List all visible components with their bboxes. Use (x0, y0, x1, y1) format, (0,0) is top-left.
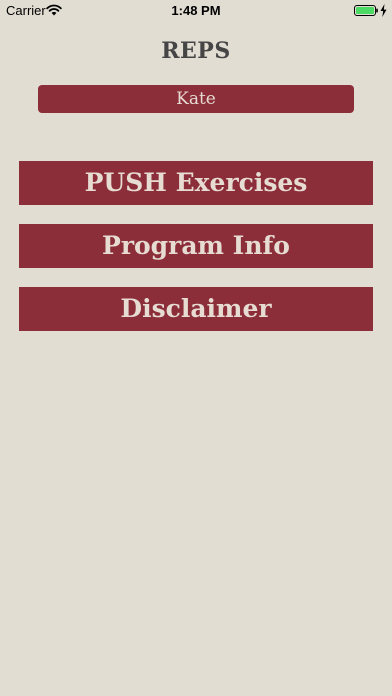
program-info-button[interactable]: Program Info (19, 224, 373, 268)
clock: 1:48 PM (171, 3, 221, 18)
status-bar: Carrier 1:48 PM (0, 0, 392, 22)
battery-icon (354, 5, 378, 16)
push-exercises-button[interactable]: PUSH Exercises (19, 161, 373, 205)
disclaimer-button[interactable]: Disclaimer (19, 287, 373, 331)
user-name-bar[interactable]: Kate (38, 85, 354, 113)
charging-icon (380, 4, 387, 17)
app-title: REPS (161, 38, 231, 64)
